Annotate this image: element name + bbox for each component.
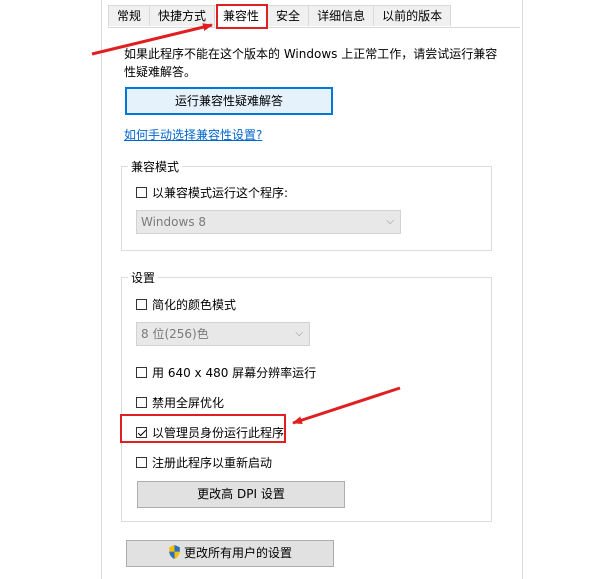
arrow-to-compat-tab	[91, 23, 213, 56]
annotation-arrows	[91, 23, 401, 425]
arrow-to-admin-option	[292, 386, 401, 425]
screenshot: 常规 快捷方式 兼容性 安全 详细信息 以前的版本 如果此程序不能在这个版本的 …	[0, 0, 600, 579]
